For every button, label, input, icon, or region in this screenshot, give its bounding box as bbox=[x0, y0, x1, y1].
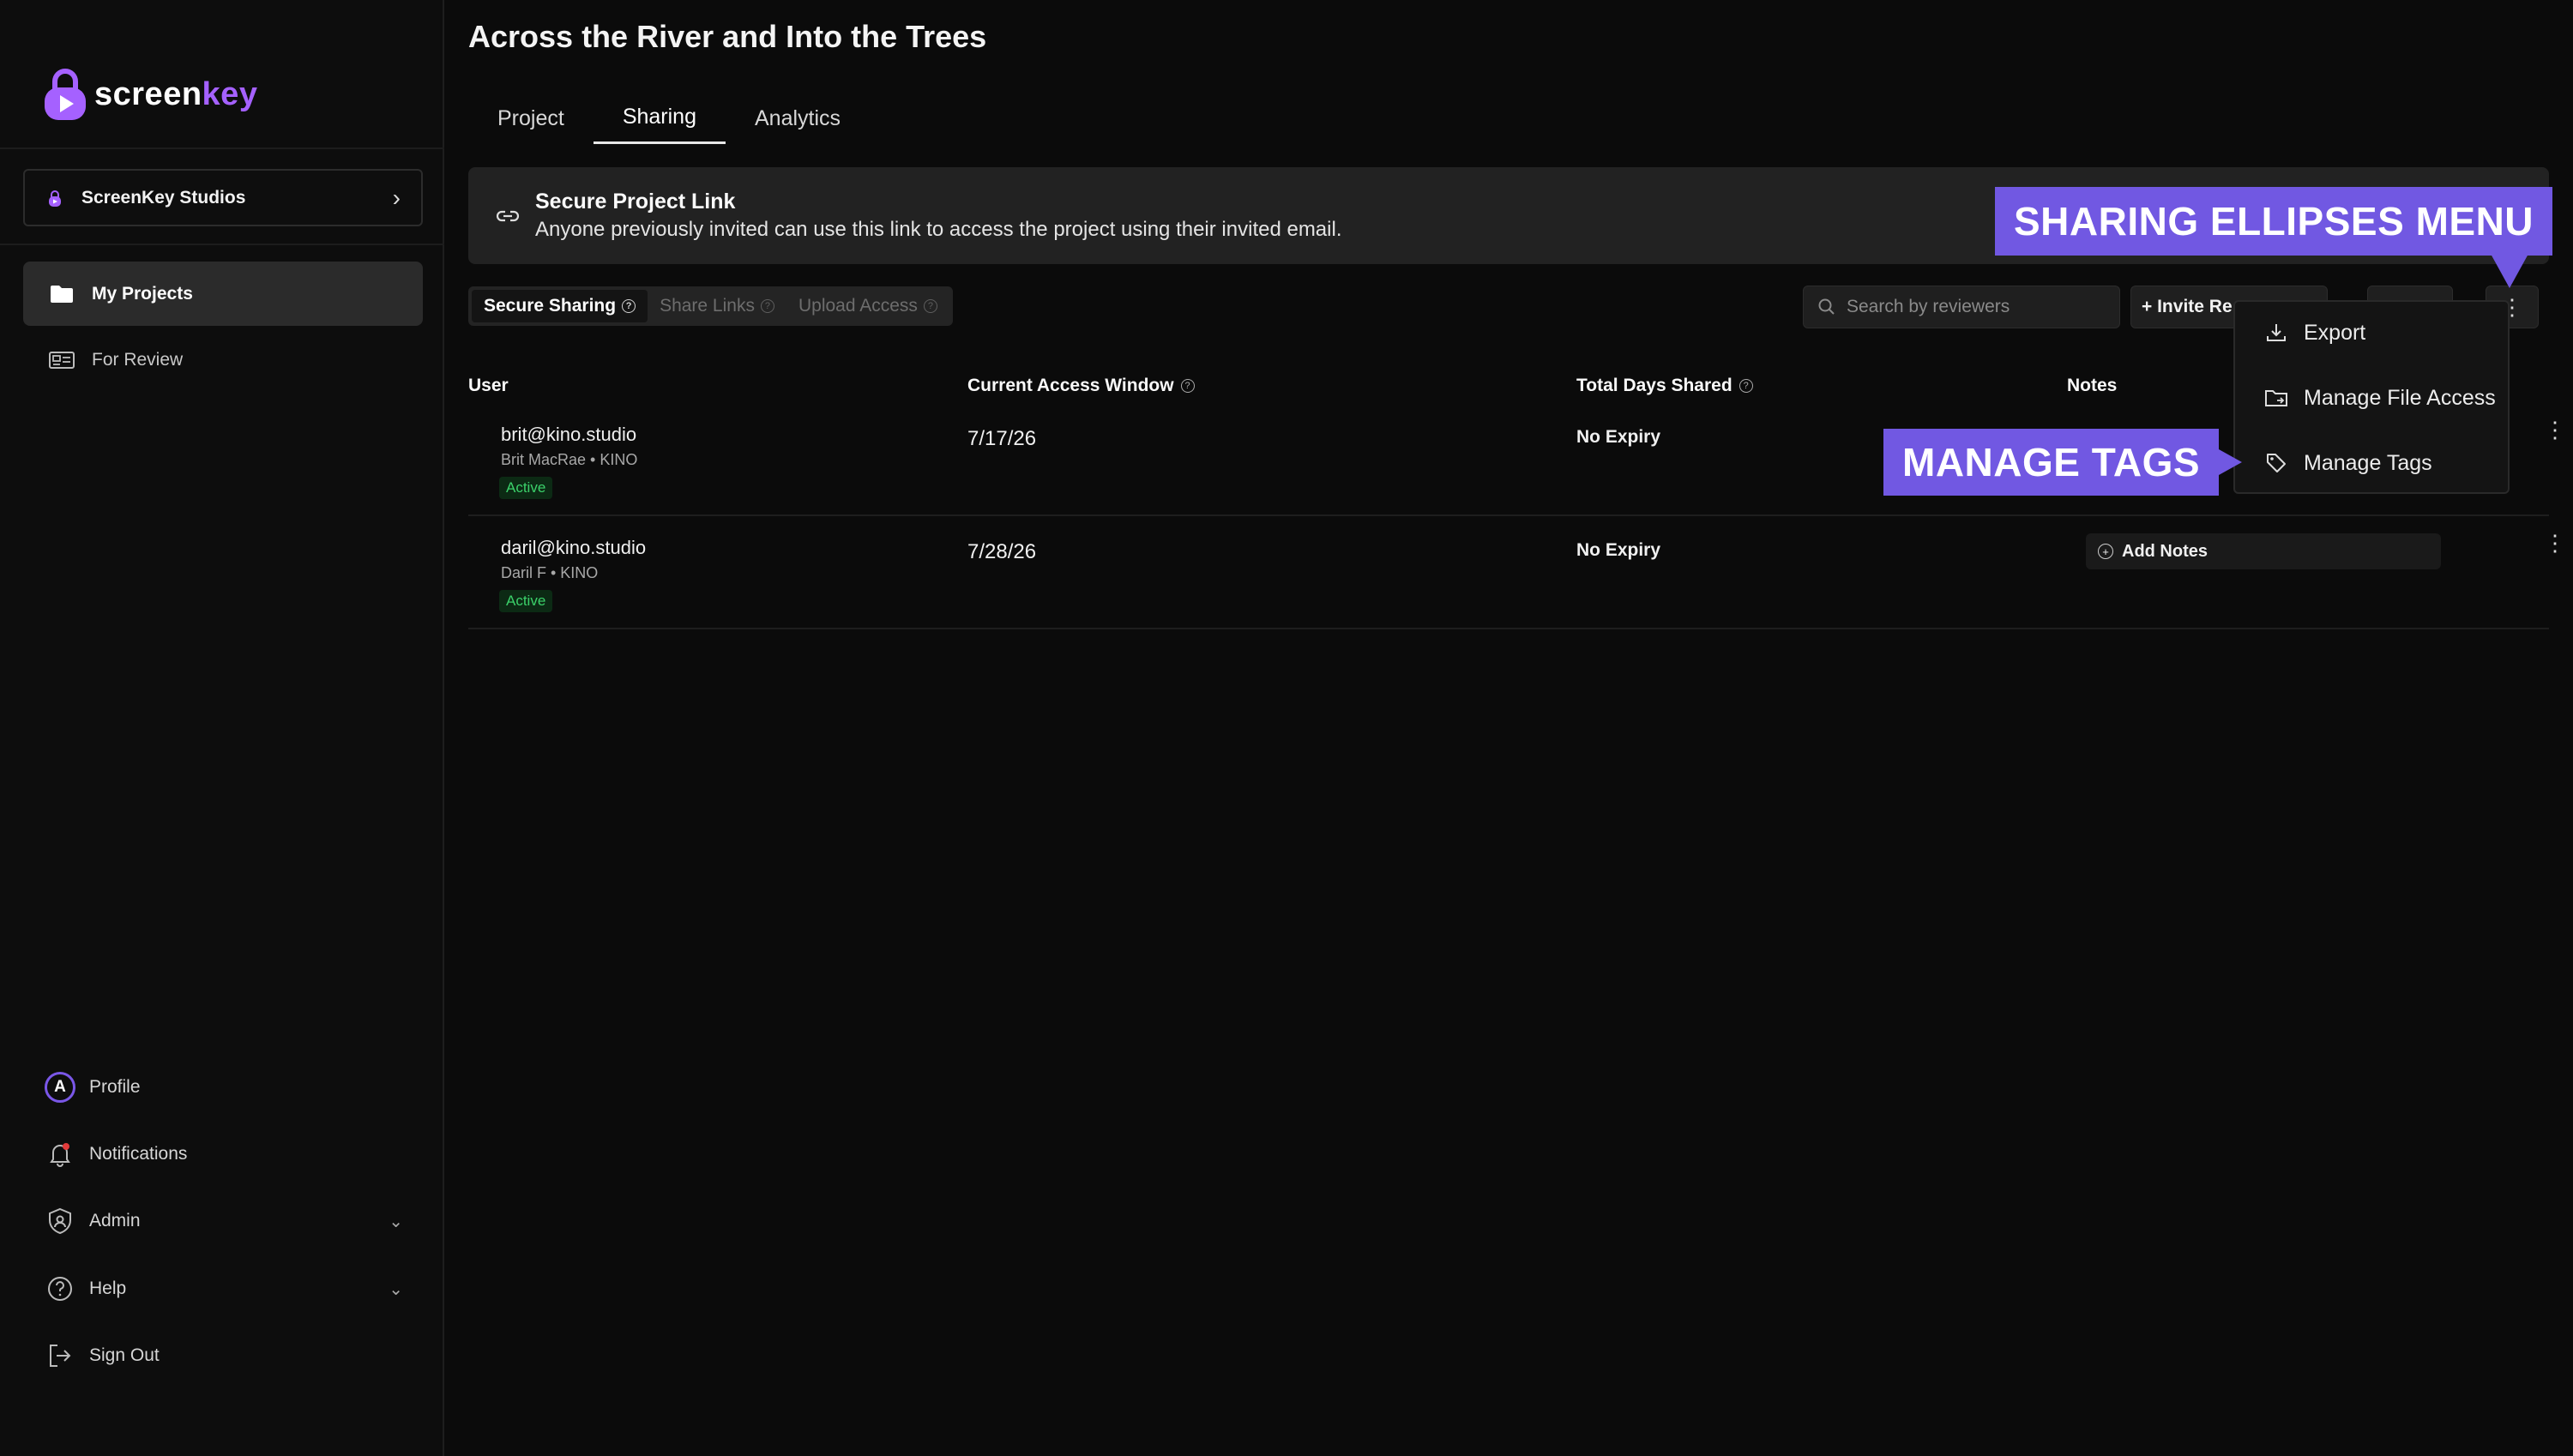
org-name: ScreenKey Studios bbox=[81, 187, 246, 208]
avatar: A bbox=[43, 1070, 77, 1104]
access-window-date: 7/17/26 bbox=[967, 427, 1037, 450]
sidebar-item-sign-out[interactable]: Sign Out bbox=[43, 1337, 403, 1375]
sidebar-item-for-review[interactable]: For Review bbox=[23, 328, 423, 392]
logo-text: screenkey bbox=[94, 75, 258, 112]
status-badge: Active bbox=[499, 477, 553, 499]
sharing-subtabs: Secure Sharing? Share Links? Upload Acce… bbox=[468, 286, 953, 326]
org-switcher[interactable]: ScreenKey Studios › bbox=[23, 169, 423, 226]
sidebar: screenkey ScreenKey Studios › My Project… bbox=[0, 0, 444, 1456]
info-icon: ? bbox=[923, 299, 937, 313]
search-input[interactable] bbox=[1847, 297, 2104, 317]
menu-item-manage-tags[interactable]: Manage Tags bbox=[2263, 446, 2432, 480]
subtab-secure-sharing[interactable]: Secure Sharing? bbox=[472, 290, 648, 322]
page-tabs: Project Sharing Analytics bbox=[468, 93, 870, 144]
tab-sharing[interactable]: Sharing bbox=[593, 93, 726, 144]
tag-icon bbox=[2263, 449, 2290, 477]
info-icon: ? bbox=[1738, 379, 1753, 393]
callout-arrow bbox=[2491, 254, 2528, 288]
folder-icon bbox=[49, 283, 75, 305]
chevron-right-icon: › bbox=[392, 184, 401, 211]
sidebar-item-help[interactable]: Help ⌄ bbox=[43, 1270, 403, 1308]
sidebar-item-profile[interactable]: A Profile bbox=[43, 1068, 403, 1106]
sharing-ellipses-menu: Export Manage File Access Manage Tags bbox=[2233, 300, 2510, 494]
sidebar-item-label: Admin bbox=[89, 1211, 141, 1230]
sidebar-item-label: Profile bbox=[89, 1077, 141, 1097]
reviewer-email: daril@kino.studio bbox=[501, 537, 647, 558]
banner-description: Anyone previously invited can use this l… bbox=[535, 218, 1342, 241]
reviewer-email: brit@kino.studio bbox=[501, 424, 637, 445]
info-icon: ? bbox=[622, 299, 636, 313]
sidebar-item-label: Notifications bbox=[89, 1144, 188, 1164]
sidebar-item-notifications[interactable]: Notifications bbox=[43, 1135, 403, 1173]
sign-out-icon bbox=[43, 1339, 77, 1373]
row-menu-icon[interactable]: ⋮ bbox=[2544, 417, 2566, 443]
banner-title: Secure Project Link bbox=[535, 190, 736, 214]
chevron-down-icon[interactable]: ⌄ bbox=[389, 1211, 403, 1232]
callout-arrow bbox=[2211, 445, 2242, 479]
review-icon bbox=[49, 349, 75, 371]
reviewer-details: Daril F • KINO bbox=[501, 564, 599, 581]
org-lock-icon bbox=[49, 190, 61, 207]
sidebar-divider bbox=[0, 147, 444, 149]
row-menu-icon[interactable]: ⋮ bbox=[2544, 530, 2566, 557]
sidebar-item-admin[interactable]: Admin ⌄ bbox=[43, 1202, 403, 1240]
col-header-days-shared: Total Days Shared? bbox=[1576, 376, 1753, 396]
sidebar-divider bbox=[0, 244, 444, 245]
app-logo[interactable]: screenkey bbox=[43, 67, 257, 122]
info-icon: ? bbox=[760, 299, 774, 313]
col-header-user: User bbox=[468, 376, 509, 395]
status-badge: Active bbox=[499, 590, 553, 612]
col-header-access-window: Current Access Window? bbox=[967, 376, 1195, 396]
sidebar-item-my-projects[interactable]: My Projects bbox=[23, 262, 423, 326]
table-row[interactable]: daril@kino.studio Daril F • KINO Active … bbox=[468, 516, 2566, 629]
search-icon bbox=[1818, 298, 1835, 315]
page-title: Across the River and Into the Trees bbox=[468, 19, 987, 54]
tab-project[interactable]: Project bbox=[468, 93, 594, 144]
callout-manage-tags: MANAGE TAGS bbox=[1883, 429, 2220, 496]
subtab-upload-access[interactable]: Upload Access? bbox=[786, 290, 949, 322]
help-icon bbox=[43, 1272, 77, 1306]
sidebar-item-label: My Projects bbox=[92, 283, 193, 304]
shield-icon bbox=[43, 1204, 77, 1238]
sidebar-item-label: Help bbox=[89, 1279, 127, 1298]
add-notes-button[interactable]: + Add Notes bbox=[2086, 533, 2441, 569]
folder-access-icon bbox=[2263, 384, 2290, 412]
col-header-notes: Notes bbox=[2067, 376, 2118, 395]
tab-analytics[interactable]: Analytics bbox=[726, 93, 870, 144]
bell-icon bbox=[43, 1137, 77, 1171]
download-icon bbox=[2263, 319, 2290, 346]
logo-lock-icon bbox=[45, 69, 86, 120]
plus-circle-icon: + bbox=[2098, 544, 2113, 559]
chevron-down-icon[interactable]: ⌄ bbox=[389, 1279, 403, 1300]
days-shared-value: No Expiry bbox=[1576, 540, 1661, 560]
sidebar-item-label: For Review bbox=[92, 349, 184, 370]
reviewer-search[interactable] bbox=[1803, 286, 2120, 328]
subtab-share-links[interactable]: Share Links? bbox=[648, 290, 786, 322]
sidebar-item-label: Sign Out bbox=[89, 1345, 160, 1365]
callout-sharing-ellipses-menu: SHARING ELLIPSES MENU bbox=[1995, 187, 2553, 256]
menu-item-export[interactable]: Export bbox=[2263, 316, 2365, 350]
access-window-date: 7/28/26 bbox=[967, 540, 1037, 563]
reviewer-details: Brit MacRae • KINO bbox=[501, 451, 638, 468]
days-shared-value: No Expiry bbox=[1576, 427, 1661, 447]
link-icon bbox=[496, 210, 520, 221]
info-icon: ? bbox=[1180, 379, 1195, 393]
menu-item-manage-file-access[interactable]: Manage File Access bbox=[2263, 381, 2496, 415]
